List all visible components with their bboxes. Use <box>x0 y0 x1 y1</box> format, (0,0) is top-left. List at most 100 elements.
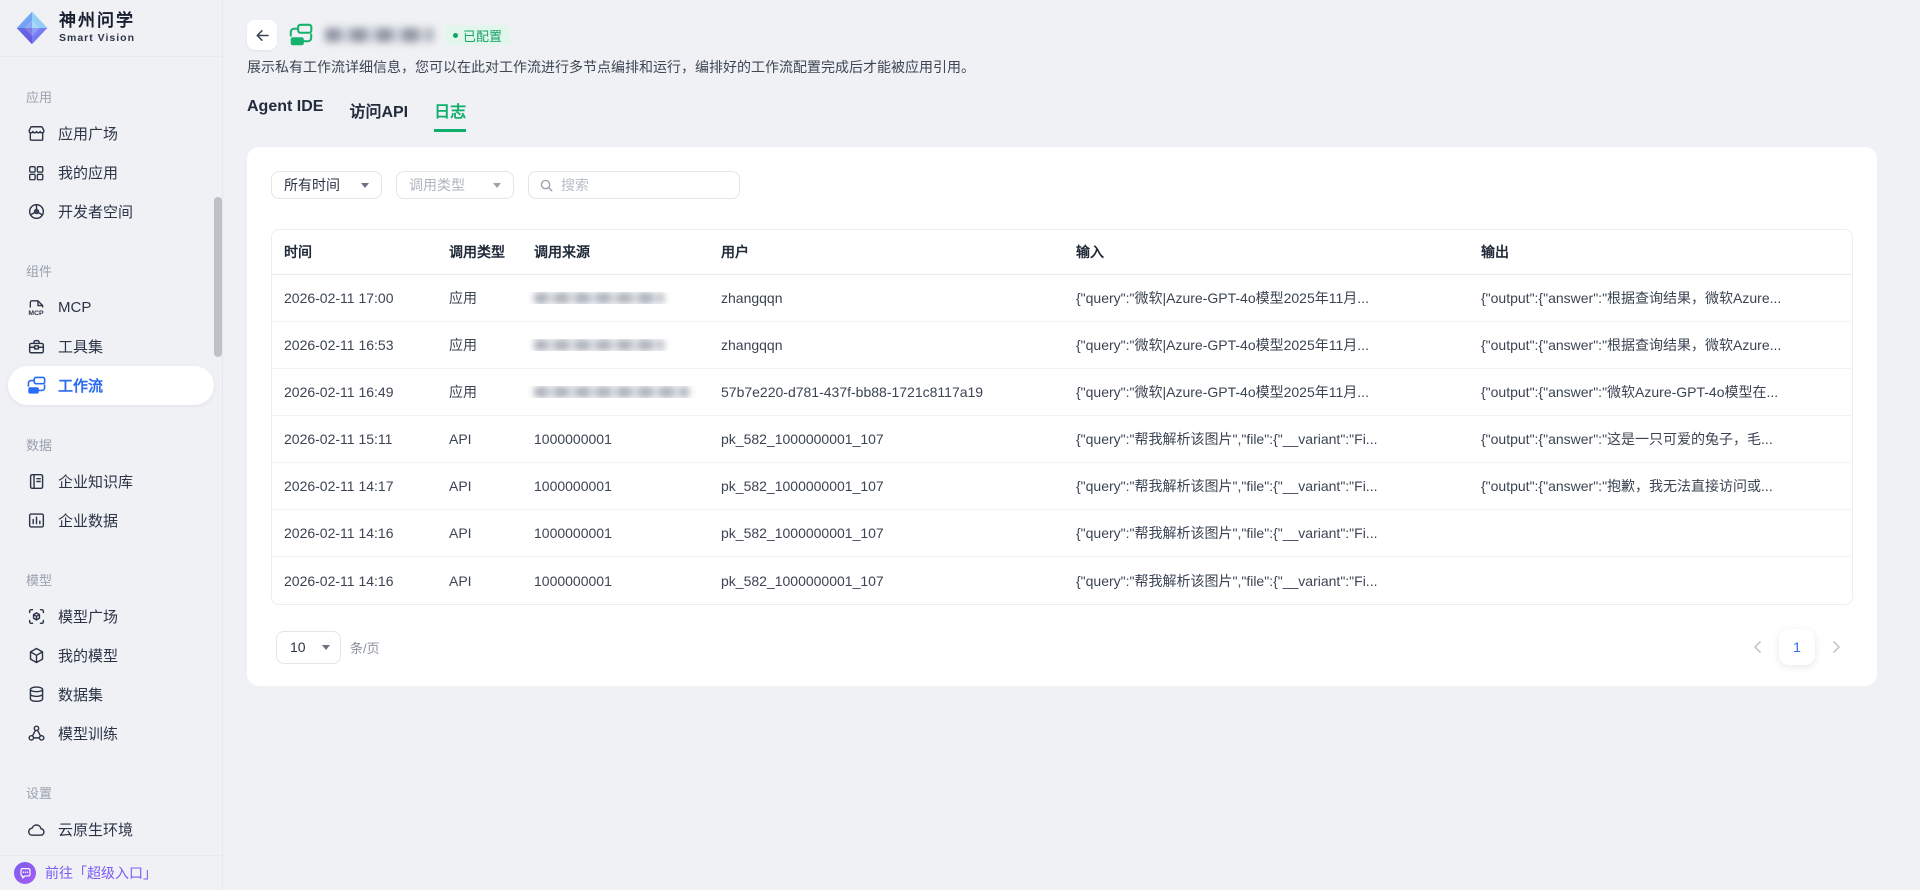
col-header-time: 时间 <box>272 242 437 262</box>
table-row[interactable]: 2026-02-11 16:53 应用 zhangqqn {"query":"微… <box>272 322 1852 369</box>
sidebar-item-my-models[interactable]: 我的模型 <box>8 636 214 675</box>
status-badge: 已配置 <box>445 25 510 45</box>
next-page-button[interactable] <box>1824 635 1848 659</box>
brand: 神州问学 Smart Vision <box>0 0 222 57</box>
sidebar-item-db-connection[interactable]: 数据库连接 <box>8 849 214 855</box>
page-description: 展示私有工作流详细信息，您可以在此对工作流进行多节点编排和运行，编排好的工作流配… <box>247 58 1920 76</box>
chevron-down-icon <box>322 645 330 654</box>
database-icon <box>26 685 46 705</box>
sidebar-item-knowledge-base[interactable]: 企业知识库 <box>8 462 214 501</box>
redacted-source <box>534 292 664 304</box>
brand-name: 神州问学 <box>59 12 135 29</box>
sidebar-item-label: 工作流 <box>58 375 103 396</box>
chat-bubble-icon <box>14 862 36 884</box>
search-input[interactable] <box>561 177 729 193</box>
section-label-components: 组件 <box>26 261 214 280</box>
table-row[interactable]: 2026-02-11 16:49 应用 57b7e220-d781-437f-b… <box>272 369 1852 416</box>
cube-icon <box>26 646 46 666</box>
sidebar-item-datasets[interactable]: 数据集 <box>8 675 214 714</box>
developer-space-icon <box>26 202 46 222</box>
workflow-title-redacted <box>325 28 433 42</box>
sidebar-scrollbar[interactable] <box>214 197 222 357</box>
sidebar-item-label: 云原生环境 <box>58 819 133 840</box>
page-size-select[interactable]: 10 <box>276 631 341 664</box>
sidebar-item-label: MCP <box>58 299 91 316</box>
table-row[interactable]: 2026-02-11 14:16 API 1000000001 pk_582_1… <box>272 510 1852 557</box>
sidebar-item-toolset[interactable]: 工具集 <box>8 327 214 366</box>
status-dot-icon <box>453 33 458 38</box>
super-portal-label: 前往「超级入口」 <box>45 863 157 883</box>
toolbox-icon <box>26 337 46 357</box>
col-header-user: 用户 <box>709 242 1064 262</box>
table-row[interactable]: 2026-02-11 14:16 API 1000000001 pk_582_1… <box>272 557 1852 604</box>
sidebar-item-mcp[interactable]: MCP MCP <box>8 288 214 327</box>
grid-icon <box>26 163 46 183</box>
molecule-icon <box>26 724 46 744</box>
sidebar-item-label: 工具集 <box>58 336 103 357</box>
cloud-icon <box>26 820 46 840</box>
sidebar-item-label: 企业知识库 <box>58 471 133 492</box>
page-size-unit: 条/页 <box>350 638 380 657</box>
col-header-input: 输入 <box>1064 242 1469 262</box>
table-header-row: 时间 调用类型 调用来源 用户 输入 输出 <box>272 230 1852 275</box>
sidebar-item-app-market[interactable]: 应用广场 <box>8 114 214 153</box>
model-scan-icon <box>26 607 46 627</box>
workflow-header: 已配置 <box>247 20 1920 50</box>
sidebar-item-label: 应用广场 <box>58 123 118 144</box>
search-icon <box>539 178 554 193</box>
prev-page-button[interactable] <box>1746 635 1770 659</box>
sidebar-item-model-market[interactable]: 模型广场 <box>8 597 214 636</box>
super-portal-link[interactable]: 前往「超级入口」 <box>0 855 222 890</box>
table-row[interactable]: 2026-02-11 17:00 应用 zhangqqn {"query":"微… <box>272 275 1852 322</box>
sidebar-item-cloud-native[interactable]: 云原生环境 <box>8 810 214 849</box>
knowledge-base-icon <box>26 472 46 492</box>
page-number[interactable]: 1 <box>1779 629 1815 665</box>
table-row[interactable]: 2026-02-11 14:17 API 1000000001 pk_582_1… <box>272 463 1852 510</box>
sidebar-nav: 应用 应用广场 我的应用 <box>0 57 222 855</box>
tab-bar: Agent IDE 访问API 日志 <box>247 98 1920 132</box>
back-button[interactable] <box>247 20 277 50</box>
col-header-call-source: 调用来源 <box>522 242 709 262</box>
pagination-bar: 10 条/页 1 <box>271 629 1853 665</box>
call-type-filter-select[interactable]: 调用类型 <box>396 171 514 199</box>
chevron-down-icon <box>493 183 501 192</box>
time-filter-select[interactable]: 所有时间 <box>271 171 382 199</box>
storefront-icon <box>26 124 46 144</box>
sidebar-item-developer-space[interactable]: 开发者空间 <box>8 192 214 231</box>
search-box[interactable] <box>528 171 740 199</box>
sidebar-item-model-training[interactable]: 模型训练 <box>8 714 214 753</box>
sidebar-item-workflow[interactable]: 工作流 <box>8 366 214 405</box>
logs-table: 时间 调用类型 调用来源 用户 输入 输出 2026-02-11 17:00 应… <box>271 229 1853 605</box>
section-label-settings: 设置 <box>26 783 214 802</box>
sidebar-item-label: 模型广场 <box>58 606 118 627</box>
mcp-icon: MCP <box>26 298 46 318</box>
tab-access-api[interactable]: 访问API <box>349 98 408 132</box>
bar-chart-icon <box>26 511 46 531</box>
tab-logs[interactable]: 日志 <box>434 98 466 132</box>
sidebar-item-my-apps[interactable]: 我的应用 <box>8 153 214 192</box>
svg-text:MCP: MCP <box>28 310 44 317</box>
sidebar-item-label: 开发者空间 <box>58 201 133 222</box>
col-header-call-type: 调用类型 <box>437 242 522 262</box>
sidebar-item-label: 企业数据 <box>58 510 118 531</box>
sidebar-item-label: 我的模型 <box>58 645 118 666</box>
workflow-type-icon <box>289 23 313 47</box>
section-label-apps: 应用 <box>26 87 214 106</box>
section-label-models: 模型 <box>26 570 214 589</box>
col-header-output: 输出 <box>1469 242 1852 262</box>
brand-logo-icon <box>14 10 50 46</box>
redacted-source <box>534 339 664 351</box>
table-row[interactable]: 2026-02-11 15:11 API 1000000001 pk_582_1… <box>272 416 1852 463</box>
sidebar-item-label: 数据集 <box>58 684 103 705</box>
workflow-icon <box>26 376 46 396</box>
tab-agent-ide[interactable]: Agent IDE <box>247 98 323 132</box>
brand-subtitle: Smart Vision <box>59 33 135 44</box>
sidebar-item-enterprise-data[interactable]: 企业数据 <box>8 501 214 540</box>
chevron-down-icon <box>361 183 369 192</box>
sidebar-item-label: 我的应用 <box>58 162 118 183</box>
sidebar: 神州问学 Smart Vision 应用 应用广场 我的应用 <box>0 0 223 890</box>
filter-bar: 所有时间 调用类型 <box>271 171 1853 199</box>
sidebar-item-label: 模型训练 <box>58 723 118 744</box>
redacted-source <box>534 386 689 398</box>
main-content: 已配置 展示私有工作流详细信息，您可以在此对工作流进行多节点编排和运行，编排好的… <box>224 0 1920 686</box>
